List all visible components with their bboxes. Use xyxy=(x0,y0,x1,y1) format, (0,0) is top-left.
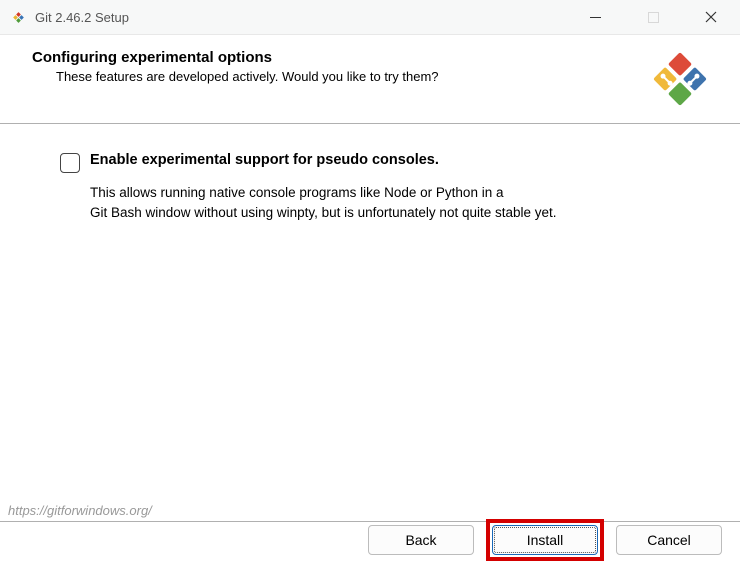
header-subtitle: These features are developed actively. W… xyxy=(32,69,640,84)
minimize-button[interactable] xyxy=(566,0,624,34)
wizard-buttons: Back Install Cancel xyxy=(368,519,722,561)
back-button[interactable]: Back xyxy=(368,525,474,555)
pseudo-console-checkbox[interactable] xyxy=(60,153,80,173)
install-button[interactable]: Install xyxy=(492,525,598,555)
pseudo-console-description: This allows running native console progr… xyxy=(90,183,680,222)
install-highlight: Install xyxy=(486,519,604,561)
window-controls xyxy=(566,0,740,34)
maximize-button xyxy=(624,0,682,34)
git-icon-small xyxy=(10,9,27,26)
cancel-button[interactable]: Cancel xyxy=(616,525,722,555)
window-title: Git 2.46.2 Setup xyxy=(35,10,566,25)
wizard-header: Configuring experimental options These f… xyxy=(0,35,740,124)
git-logo-icon xyxy=(650,49,710,109)
close-button[interactable] xyxy=(682,0,740,34)
content-area: Enable experimental support for pseudo c… xyxy=(0,124,740,494)
header-title: Configuring experimental options xyxy=(32,49,640,66)
titlebar: Git 2.46.2 Setup xyxy=(0,0,740,35)
pseudo-console-label[interactable]: Enable experimental support for pseudo c… xyxy=(90,152,439,168)
footer-link[interactable]: https://gitforwindows.org/ xyxy=(8,503,152,518)
